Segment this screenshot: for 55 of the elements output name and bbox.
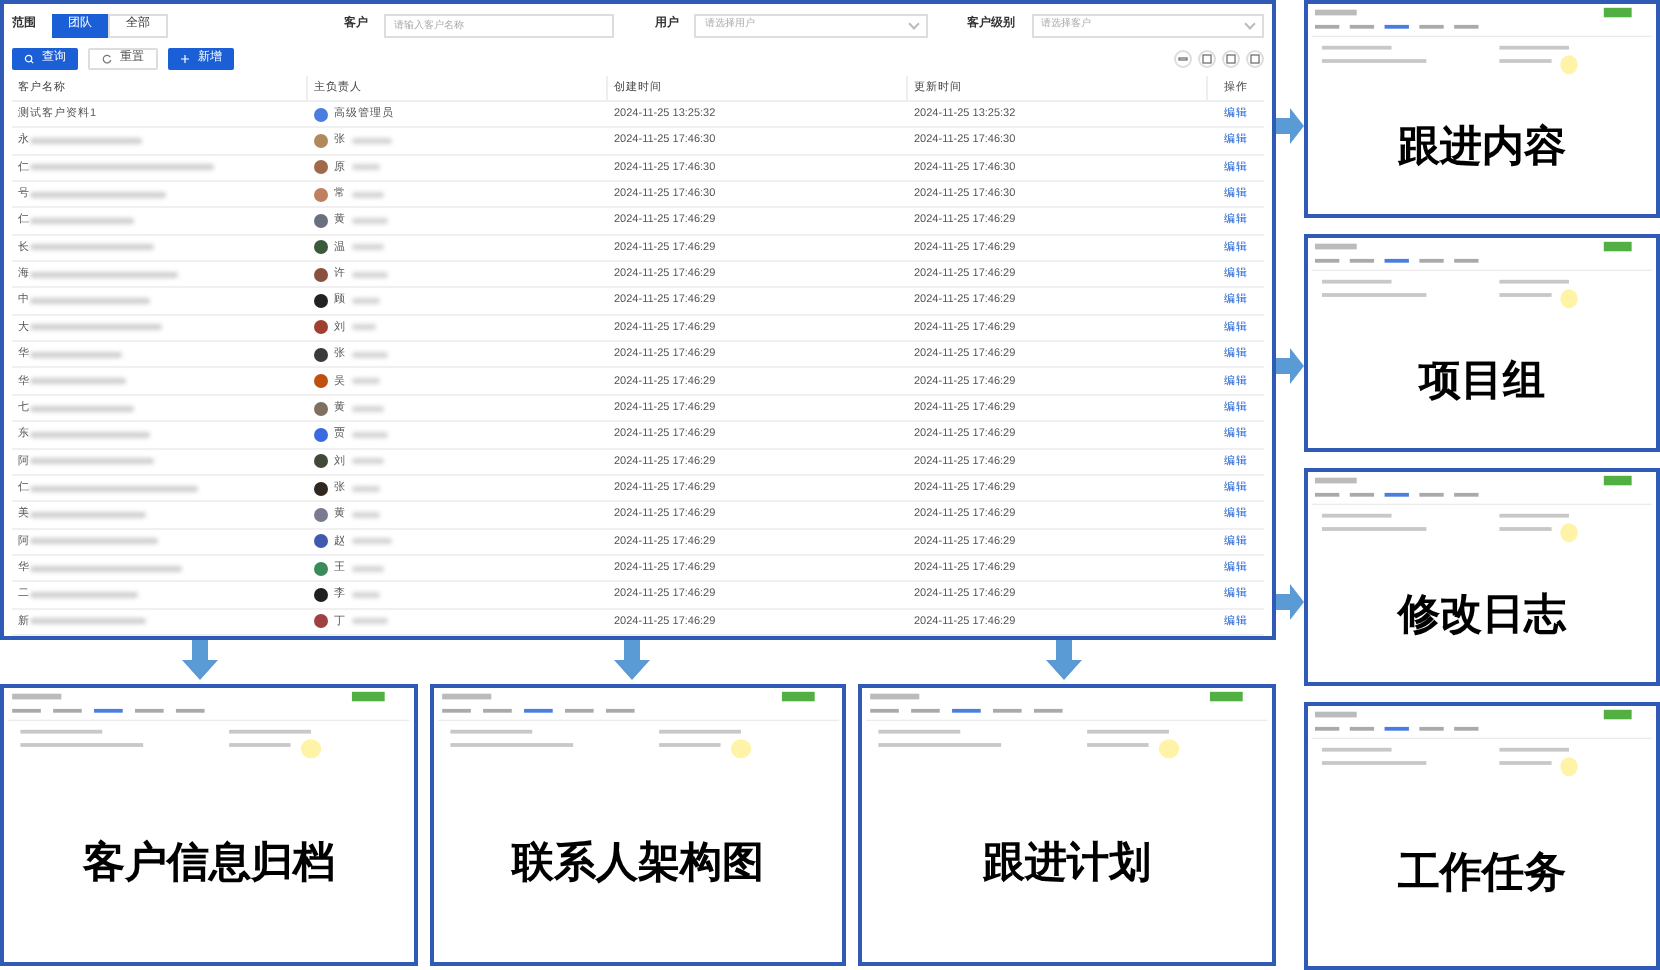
redaction-blur [352,485,380,492]
arrow-icon [1276,348,1304,384]
redaction-blur [30,191,166,198]
arrow-icon [1046,640,1082,680]
arrow-icon [1276,108,1304,144]
redaction-blur [30,538,158,545]
redaction-blur [352,511,380,518]
redaction-blur [30,298,150,305]
redaction-blur [30,511,146,518]
redaction-blur [352,538,392,545]
screen-caption: 修改日志 [1398,589,1566,642]
screen-caption: 联系人架构图 [512,837,764,890]
arrow-icon [182,640,218,680]
redaction-blur [352,217,388,224]
redaction-blur [30,405,134,411]
caret-icon [1244,18,1256,30]
redaction-blur [30,618,146,625]
redaction-blur [352,244,384,251]
redaction-blur [352,592,380,599]
redaction-blur [30,137,142,144]
plus-icon [180,54,190,65]
redaction-blur [352,298,380,305]
screen-caption: 工作任务 [1398,848,1566,901]
redaction-blur [352,324,376,331]
print-icon[interactable] [1198,50,1216,69]
arrow-icon [1276,584,1304,620]
screen-caption: 跟进内容 [1398,121,1566,174]
redaction-blur [30,351,122,358]
caret-icon [907,18,920,30]
density-icon[interactable] [1174,50,1192,69]
redaction-blur [352,378,380,385]
redaction-blur [352,164,380,171]
redaction-blur [352,137,392,144]
screen-caption: 项目组 [1419,355,1545,408]
redaction-blur [352,271,388,278]
redaction-blur [30,592,138,599]
redaction-blur [30,217,134,224]
screen-caption: 跟进计划 [983,837,1152,890]
redaction-blur [30,458,154,465]
redaction-blur [352,191,384,198]
redaction-blur [352,618,388,625]
fullscreen-icon[interactable] [1222,50,1240,69]
redaction-blur [30,431,150,438]
screen-caption: 客户信息归档 [82,837,335,890]
search-icon [24,54,34,65]
redaction-blur [352,431,388,438]
columns-icon[interactable] [1246,50,1264,69]
redaction-blur [352,565,384,572]
redaction-blur [30,378,126,385]
arrow-icon [614,640,650,680]
redaction-blur [30,244,154,251]
redaction-blur [352,351,388,358]
redaction-blur [352,458,384,465]
redaction-blur [30,324,162,331]
refresh-icon [102,54,112,65]
